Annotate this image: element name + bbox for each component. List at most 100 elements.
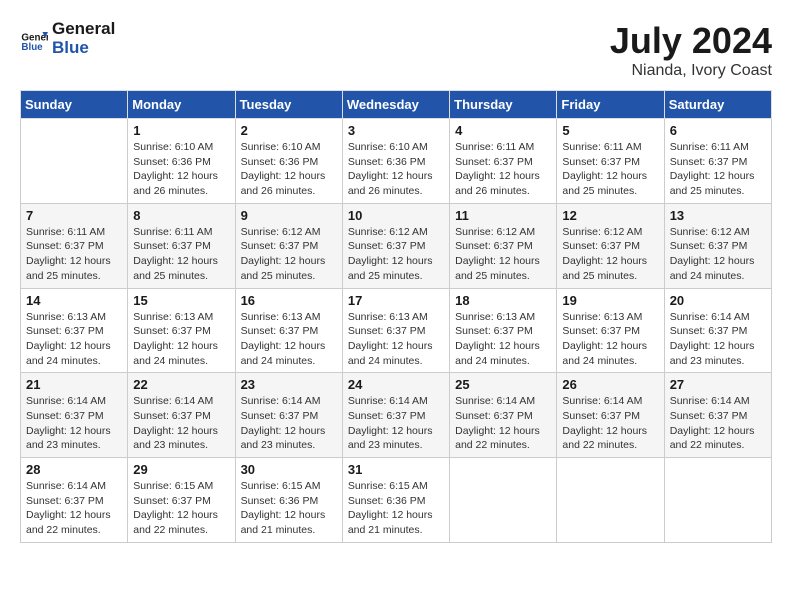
day-info: Sunrise: 6:14 AM Sunset: 6:37 PM Dayligh…: [26, 394, 122, 453]
day-number: 22: [133, 377, 229, 392]
calendar-week-1: 1 Sunrise: 6:10 AM Sunset: 6:36 PM Daylig…: [21, 119, 772, 204]
day-number: 1: [133, 123, 229, 138]
day-info: Sunrise: 6:14 AM Sunset: 6:37 PM Dayligh…: [348, 394, 444, 453]
calendar-cell: [450, 458, 557, 543]
day-number: 10: [348, 208, 444, 223]
day-info: Sunrise: 6:10 AM Sunset: 6:36 PM Dayligh…: [241, 140, 337, 199]
day-info: Sunrise: 6:12 AM Sunset: 6:37 PM Dayligh…: [670, 225, 766, 284]
calendar-cell: 10 Sunrise: 6:12 AM Sunset: 6:37 PM Dayli…: [342, 203, 449, 288]
weekday-header-friday: Friday: [557, 91, 664, 119]
day-info: Sunrise: 6:13 AM Sunset: 6:37 PM Dayligh…: [26, 310, 122, 369]
calendar-cell: 18Sunrise: 6:13 AM Sunset: 6:37 PM Dayli…: [450, 288, 557, 373]
weekday-header-row: SundayMondayTuesdayWednesdayThursdayFrid…: [21, 91, 772, 119]
logo-blue: Blue: [52, 39, 115, 58]
day-number: 18: [455, 293, 551, 308]
calendar-cell: 7 Sunrise: 6:11 AM Sunset: 6:37 PM Daylig…: [21, 203, 128, 288]
calendar-cell: 16 Sunrise: 6:13 AM Sunset: 6:37 PM Dayli…: [235, 288, 342, 373]
day-number: 5: [562, 123, 658, 138]
day-info: Sunrise: 6:13 AM Sunset: 6:37 PM Dayligh…: [241, 310, 337, 369]
day-number: 11: [455, 208, 551, 223]
day-info: Sunrise: 6:12 AM Sunset: 6:37 PM Dayligh…: [348, 225, 444, 284]
day-number: 24: [348, 377, 444, 392]
day-number: 19: [562, 293, 658, 308]
calendar-cell: 23 Sunrise: 6:14 AM Sunset: 6:37 PM Dayli…: [235, 373, 342, 458]
weekday-header-tuesday: Tuesday: [235, 91, 342, 119]
day-number: 14: [26, 293, 122, 308]
calendar-cell: 24 Sunrise: 6:14 AM Sunset: 6:37 PM Dayli…: [342, 373, 449, 458]
day-info: Sunrise: 6:14 AM Sunset: 6:37 PM Dayligh…: [562, 394, 658, 453]
page-header: General Blue General Blue July 2024 Nian…: [20, 20, 772, 80]
day-number: 15: [133, 293, 229, 308]
calendar-cell: 27Sunrise: 6:14 AM Sunset: 6:37 PM Dayli…: [664, 373, 771, 458]
calendar-cell: 19Sunrise: 6:13 AM Sunset: 6:37 PM Dayli…: [557, 288, 664, 373]
calendar-cell: 3 Sunrise: 6:10 AM Sunset: 6:36 PM Daylig…: [342, 119, 449, 204]
calendar-cell: 11 Sunrise: 6:12 AM Sunset: 6:37 PM Dayli…: [450, 203, 557, 288]
day-number: 28: [26, 462, 122, 477]
day-number: 29: [133, 462, 229, 477]
logo-general: General: [52, 20, 115, 39]
day-number: 27: [670, 377, 766, 392]
location: Nianda, Ivory Coast: [610, 62, 772, 80]
month-year: July 2024: [610, 20, 772, 62]
svg-text:Blue: Blue: [21, 42, 43, 53]
calendar-cell: [557, 458, 664, 543]
calendar-cell: 17 Sunrise: 6:13 AM Sunset: 6:37 PM Dayli…: [342, 288, 449, 373]
calendar-cell: 9 Sunrise: 6:12 AM Sunset: 6:37 PM Daylig…: [235, 203, 342, 288]
day-info: Sunrise: 6:10 AM Sunset: 6:36 PM Dayligh…: [133, 140, 229, 199]
weekday-header-sunday: Sunday: [21, 91, 128, 119]
day-info: Sunrise: 6:14 AM Sunset: 6:37 PM Dayligh…: [455, 394, 551, 453]
day-info: Sunrise: 6:13 AM Sunset: 6:37 PM Dayligh…: [133, 310, 229, 369]
calendar-table: SundayMondayTuesdayWednesdayThursdayFrid…: [20, 90, 772, 543]
day-info: Sunrise: 6:14 AM Sunset: 6:37 PM Dayligh…: [241, 394, 337, 453]
calendar-cell: 6Sunrise: 6:11 AM Sunset: 6:37 PM Daylig…: [664, 119, 771, 204]
calendar-cell: 13 Sunrise: 6:12 AM Sunset: 6:37 PM Dayli…: [664, 203, 771, 288]
logo-icon: General Blue: [20, 25, 48, 53]
calendar-cell: 26 Sunrise: 6:14 AM Sunset: 6:37 PM Dayli…: [557, 373, 664, 458]
day-number: 13: [670, 208, 766, 223]
calendar-cell: 20Sunrise: 6:14 AM Sunset: 6:37 PM Dayli…: [664, 288, 771, 373]
day-info: Sunrise: 6:14 AM Sunset: 6:37 PM Dayligh…: [670, 310, 766, 369]
day-number: 2: [241, 123, 337, 138]
calendar-cell: 14 Sunrise: 6:13 AM Sunset: 6:37 PM Dayli…: [21, 288, 128, 373]
calendar-cell: 8 Sunrise: 6:11 AM Sunset: 6:37 PM Daylig…: [128, 203, 235, 288]
day-number: 8: [133, 208, 229, 223]
weekday-header-wednesday: Wednesday: [342, 91, 449, 119]
calendar-cell: 12Sunrise: 6:12 AM Sunset: 6:37 PM Dayli…: [557, 203, 664, 288]
day-number: 16: [241, 293, 337, 308]
day-number: 9: [241, 208, 337, 223]
day-number: 30: [241, 462, 337, 477]
day-number: 6: [670, 123, 766, 138]
day-number: 26: [562, 377, 658, 392]
day-number: 21: [26, 377, 122, 392]
day-info: Sunrise: 6:11 AM Sunset: 6:37 PM Dayligh…: [133, 225, 229, 284]
calendar-cell: 2 Sunrise: 6:10 AM Sunset: 6:36 PM Daylig…: [235, 119, 342, 204]
day-number: 7: [26, 208, 122, 223]
calendar-cell: 4Sunrise: 6:11 AM Sunset: 6:37 PM Daylig…: [450, 119, 557, 204]
day-info: Sunrise: 6:12 AM Sunset: 6:37 PM Dayligh…: [241, 225, 337, 284]
calendar-week-4: 21 Sunrise: 6:14 AM Sunset: 6:37 PM Dayli…: [21, 373, 772, 458]
calendar-week-3: 14 Sunrise: 6:13 AM Sunset: 6:37 PM Dayli…: [21, 288, 772, 373]
calendar-cell: 5 Sunrise: 6:11 AM Sunset: 6:37 PM Daylig…: [557, 119, 664, 204]
day-info: Sunrise: 6:11 AM Sunset: 6:37 PM Dayligh…: [562, 140, 658, 199]
weekday-header-saturday: Saturday: [664, 91, 771, 119]
calendar-cell: 28 Sunrise: 6:14 AM Sunset: 6:37 PM Dayli…: [21, 458, 128, 543]
day-info: Sunrise: 6:12 AM Sunset: 6:37 PM Dayligh…: [455, 225, 551, 284]
weekday-header-thursday: Thursday: [450, 91, 557, 119]
calendar-cell: [21, 119, 128, 204]
day-info: Sunrise: 6:15 AM Sunset: 6:37 PM Dayligh…: [133, 479, 229, 538]
day-number: 12: [562, 208, 658, 223]
calendar-cell: 15 Sunrise: 6:13 AM Sunset: 6:37 PM Dayli…: [128, 288, 235, 373]
calendar-cell: 21 Sunrise: 6:14 AM Sunset: 6:37 PM Dayli…: [21, 373, 128, 458]
day-number: 23: [241, 377, 337, 392]
weekday-header-monday: Monday: [128, 91, 235, 119]
day-info: Sunrise: 6:15 AM Sunset: 6:36 PM Dayligh…: [241, 479, 337, 538]
day-info: Sunrise: 6:14 AM Sunset: 6:37 PM Dayligh…: [26, 479, 122, 538]
day-number: 17: [348, 293, 444, 308]
day-info: Sunrise: 6:13 AM Sunset: 6:37 PM Dayligh…: [348, 310, 444, 369]
calendar-week-5: 28 Sunrise: 6:14 AM Sunset: 6:37 PM Dayli…: [21, 458, 772, 543]
day-number: 3: [348, 123, 444, 138]
calendar-cell: 25Sunrise: 6:14 AM Sunset: 6:37 PM Dayli…: [450, 373, 557, 458]
calendar-cell: [664, 458, 771, 543]
day-info: Sunrise: 6:10 AM Sunset: 6:36 PM Dayligh…: [348, 140, 444, 199]
day-info: Sunrise: 6:11 AM Sunset: 6:37 PM Dayligh…: [26, 225, 122, 284]
